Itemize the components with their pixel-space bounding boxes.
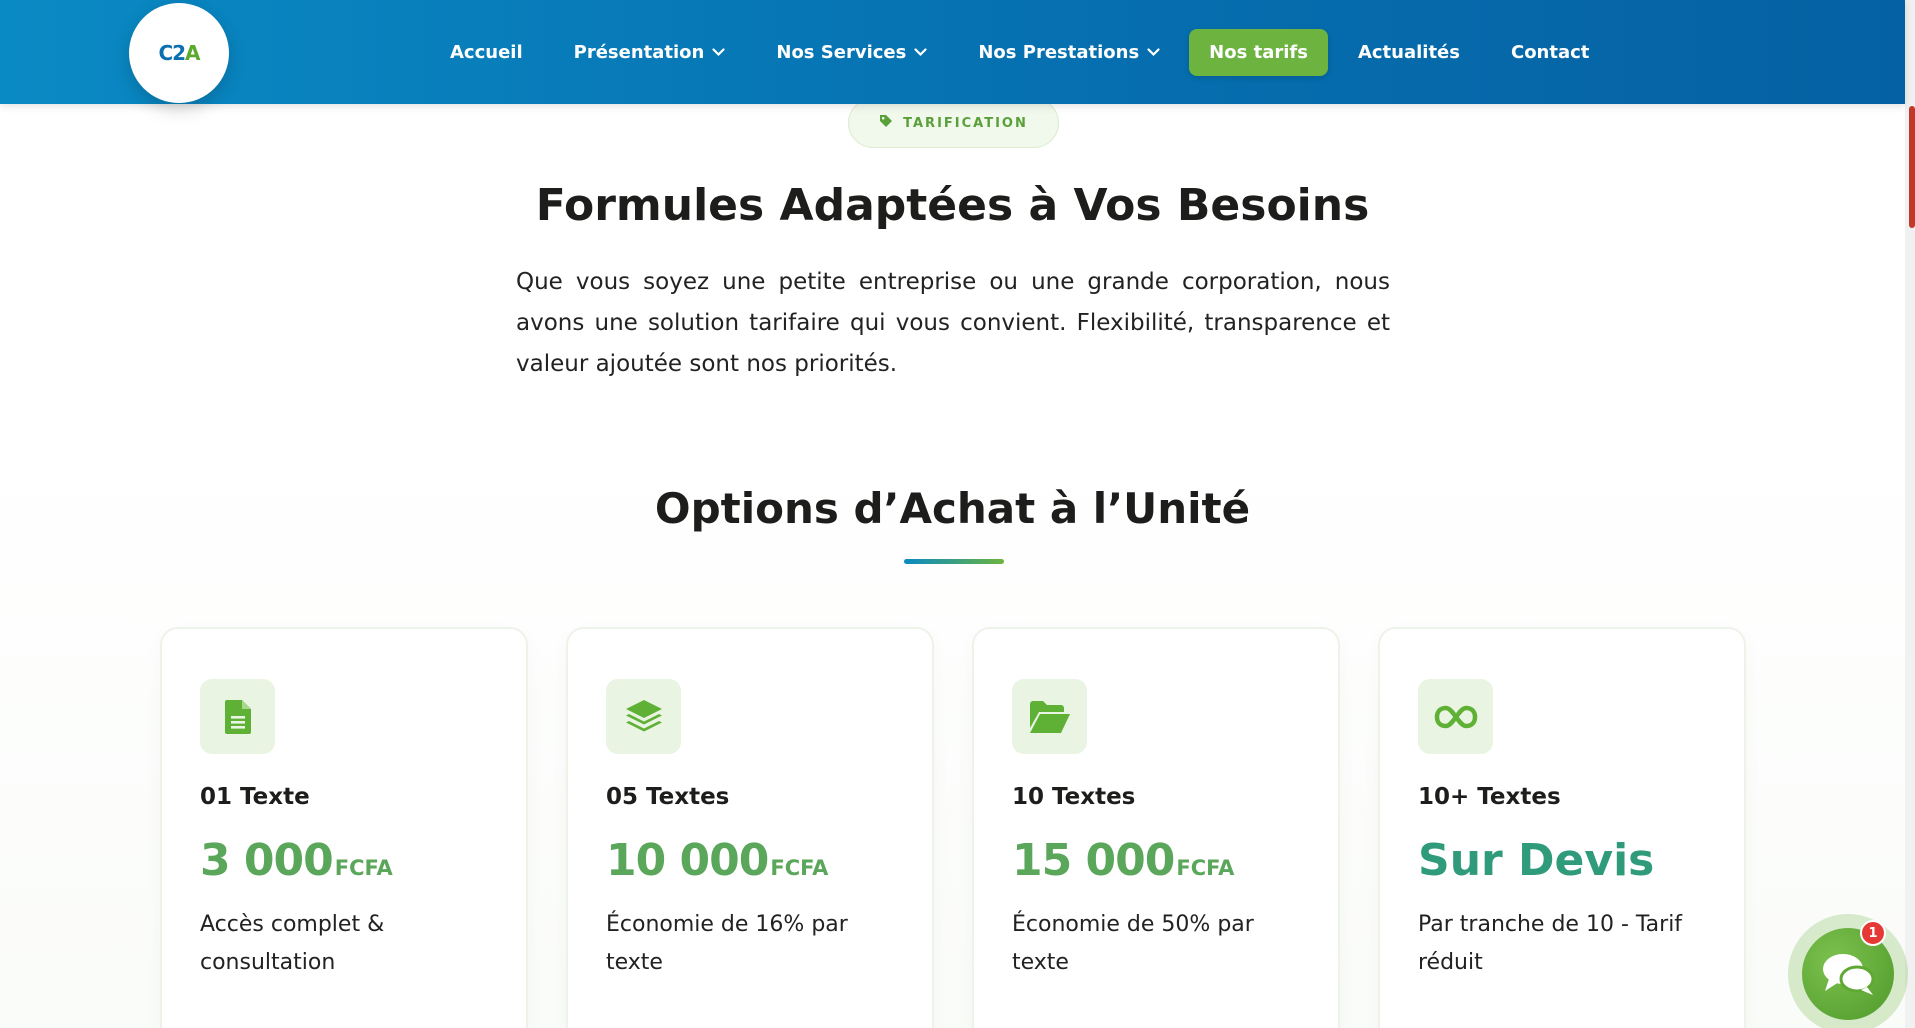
price-value: Sur Devis (1418, 835, 1655, 886)
badge-label: TARIFICATION (903, 115, 1028, 131)
nav-item-prestations[interactable]: Nos Prestations (978, 42, 1160, 63)
pricing-card[interactable]: 05 Textes 10 000 FCFA Économie de 16% pa… (566, 627, 934, 1028)
card-price: 10 000 FCFA (606, 835, 894, 886)
pricing-cards: 01 Texte 3 000 FCFA Accès complet & cons… (160, 627, 1746, 1028)
card-price: 3 000 FCFA (200, 835, 488, 886)
document-icon (200, 679, 275, 754)
card-price: Sur Devis (1418, 835, 1706, 886)
price-value: 10 000 (606, 835, 769, 886)
intro-text: Que vous soyez une petite entreprise ou … (516, 269, 1390, 377)
scrollbar[interactable] (1905, 0, 1915, 1028)
nav-label: Nos Services (776, 41, 907, 63)
top-navbar: Accueil Présentation Nos Services Nos Pr… (0, 0, 1905, 104)
pricing-card[interactable]: 10+ Textes Sur Devis Par tranche de 10 -… (1378, 627, 1746, 1028)
chat-unread-badge: 1 (1860, 920, 1886, 946)
nav-item-presentation[interactable]: Présentation (574, 42, 726, 63)
chevron-down-icon (712, 46, 725, 60)
pricing-card[interactable]: 10 Textes 15 000 FCFA Économie de 50% pa… (972, 627, 1340, 1028)
nav-item-actualites[interactable]: Actualités (1358, 42, 1460, 63)
nav-label: Présentation (573, 41, 705, 63)
main-nav: Accueil Présentation Nos Services Nos Pr… (450, 0, 1640, 104)
card-name: 01 Texte (200, 784, 310, 810)
chat-widget-button[interactable] (1788, 914, 1908, 1028)
card-price: 15 000 FCFA (1012, 835, 1300, 886)
card-name: 10+ Textes (1418, 784, 1561, 810)
nav-label: Contact (1510, 41, 1590, 63)
chevron-down-icon (1147, 46, 1160, 60)
card-description: Accès complet & consultation (200, 912, 385, 975)
nav-item-contact[interactable]: Contact (1511, 42, 1589, 63)
card-name: 05 Textes (606, 784, 730, 810)
section-badge: TARIFICATION (848, 98, 1059, 148)
nav-item-accueil[interactable]: Accueil (450, 42, 523, 63)
price-unit: FCFA (1176, 856, 1235, 880)
nav-label: Accueil (450, 41, 523, 63)
price-value: 3 000 (200, 835, 334, 886)
price-unit: FCFA (334, 856, 393, 880)
folder-open-icon (1012, 679, 1087, 754)
chevron-down-icon (914, 46, 927, 60)
section-title: Options d’Achat à l’Unité (654, 484, 1251, 533)
nav-label: Nos Prestations (978, 41, 1140, 63)
nav-item-services[interactable]: Nos Services (776, 42, 927, 63)
price-unit: FCFA (770, 856, 829, 880)
pricing-card[interactable]: 01 Texte 3 000 FCFA Accès complet & cons… (160, 627, 528, 1028)
nav-cta-tarifs[interactable]: Nos tarifs (1189, 28, 1328, 76)
tag-icon (879, 114, 893, 132)
layers-icon (606, 679, 681, 754)
card-description: Par tranche de 10 - Tarif réduit (1418, 912, 1683, 975)
nav-label: Actualités (1357, 41, 1460, 63)
card-name: 10 Textes (1012, 784, 1136, 810)
title-underline (904, 559, 1004, 564)
infinity-icon (1418, 679, 1493, 754)
scrollbar-thumb[interactable] (1909, 106, 1915, 228)
logo[interactable]: C2A (129, 3, 229, 103)
page-title: Formules Adaptées à Vos Besoins (535, 180, 1370, 231)
card-description: Économie de 16% par texte (606, 912, 848, 975)
card-description: Économie de 50% par texte (1012, 912, 1254, 975)
price-value: 15 000 (1012, 835, 1175, 886)
logo-mark: C2A (158, 41, 200, 65)
